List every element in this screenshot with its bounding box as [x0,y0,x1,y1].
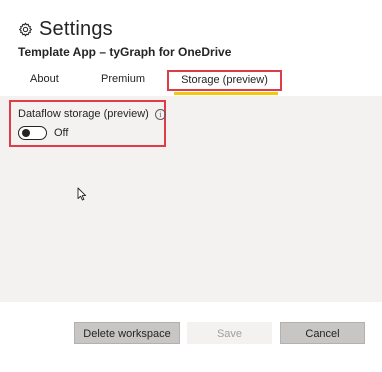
dataflow-storage-toggle[interactable] [18,126,47,140]
gear-icon [18,22,33,37]
title-row: Settings [18,18,113,41]
delete-workspace-button[interactable]: Delete workspace [74,322,180,344]
save-button[interactable]: Save [187,322,272,344]
tab-premium[interactable]: Premium [101,70,145,92]
settings-header: Settings Template App – tyGraph for OneD… [0,0,382,95]
settings-tabs: About Premium Storage (preview) [0,70,382,96]
page-title: Settings [39,18,113,40]
dataflow-storage-label-row: Dataflow storage (preview) i [18,108,166,120]
mouse-pointer-icon [77,187,87,201]
toggle-knob [22,129,30,137]
dataflow-storage-label: Dataflow storage (preview) [18,108,149,120]
selected-tab-indicator [174,92,278,95]
tab-about[interactable]: About [30,70,59,92]
app-subtitle: Template App – tyGraph for OneDrive [18,45,232,59]
cancel-button[interactable]: Cancel [280,322,365,344]
dataflow-storage-toggle-row: Off [18,126,68,140]
toggle-state-label: Off [54,127,69,139]
info-icon[interactable]: i [154,108,166,120]
tab-storage-preview[interactable]: Storage (preview) [167,70,282,91]
